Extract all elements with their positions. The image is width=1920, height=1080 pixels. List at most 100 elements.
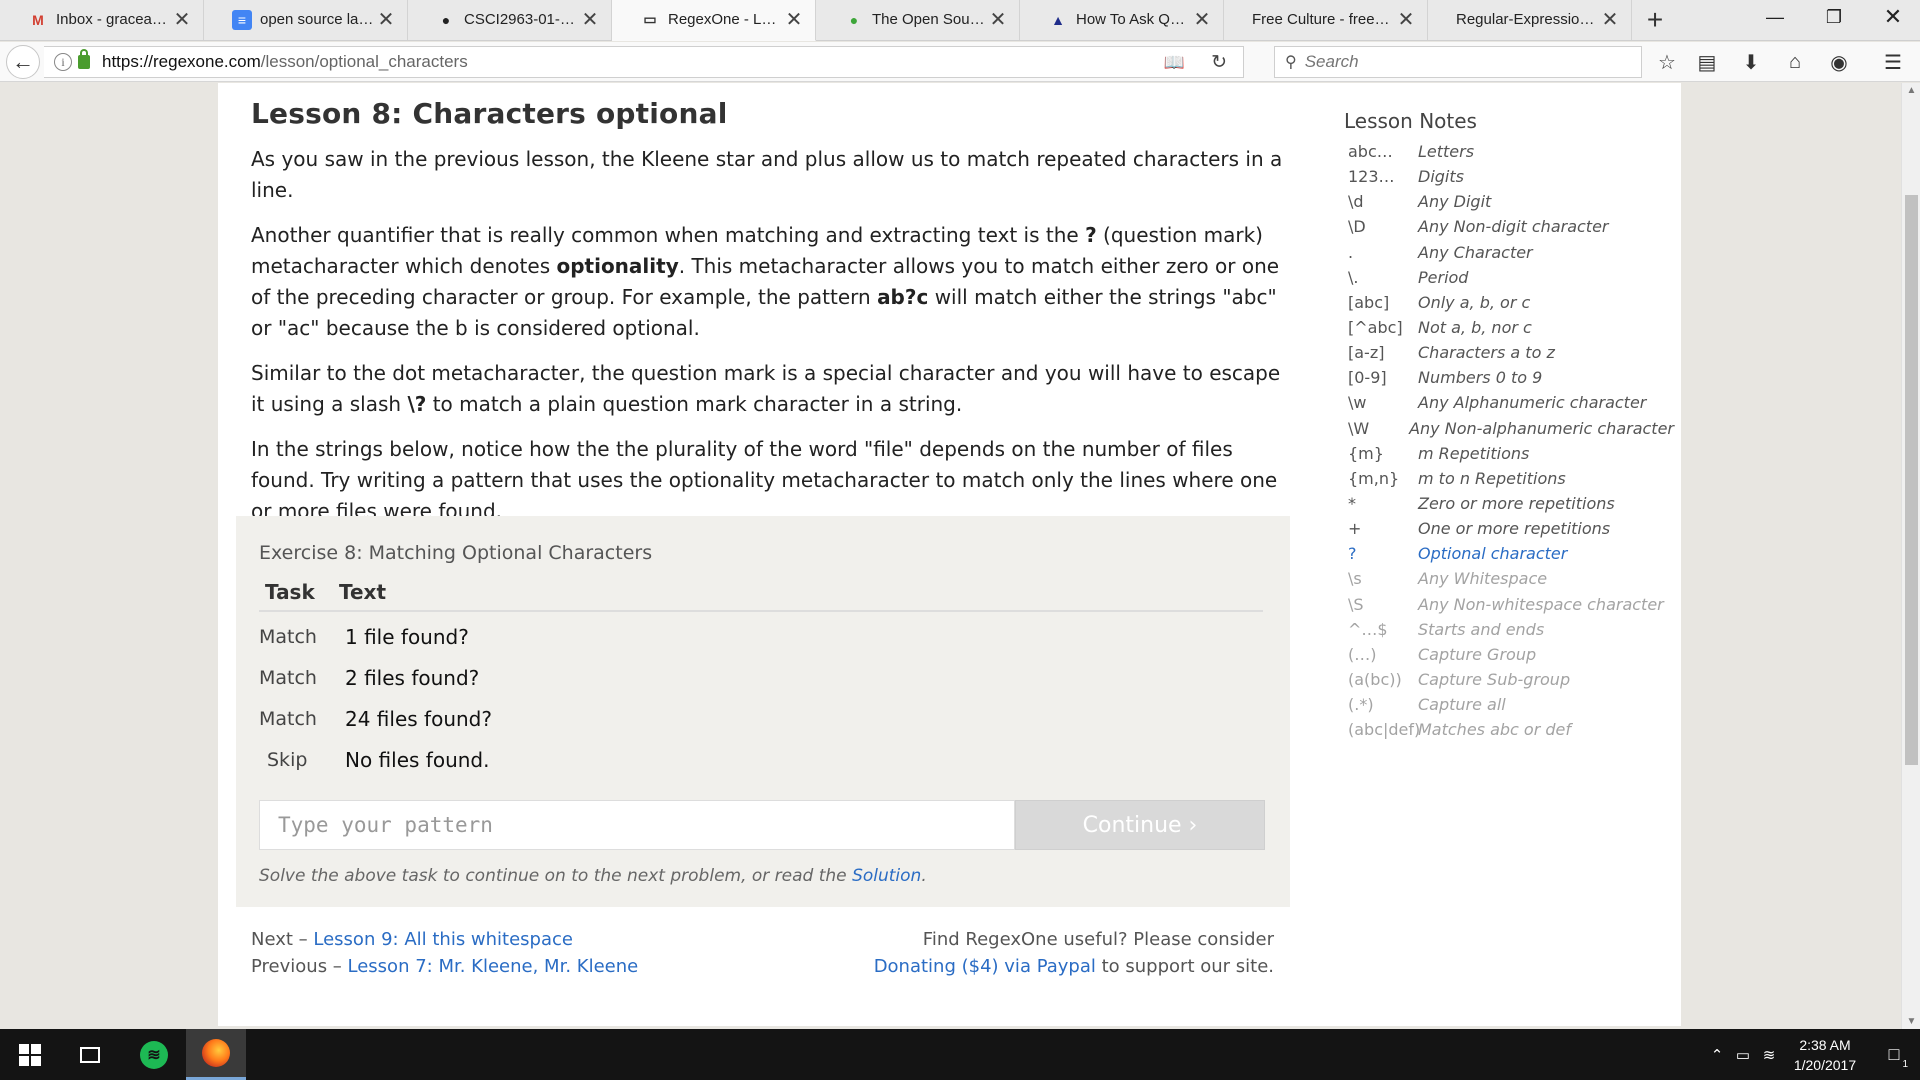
search-input[interactable]: [1304, 52, 1605, 72]
menu-icon[interactable]: ☰: [1876, 48, 1910, 76]
lesson-body: Lesson 8: Characters optional As you saw…: [251, 97, 1291, 527]
note-symbol: (.*): [1348, 695, 1374, 715]
list-item[interactable]: [^abc] Not a, b, nor c: [1344, 315, 1674, 340]
search-bar[interactable]: ⚲: [1274, 46, 1642, 78]
browser-tab[interactable]: ▭ RegexOne - Lear... ✕: [612, 0, 816, 41]
browser-tab[interactable]: ● CSCI2963-01-Spri...✕: [408, 0, 612, 40]
tab-title: Inbox - gracearol...: [56, 11, 171, 28]
browser-tab[interactable]: ● The Open Source...✕: [816, 0, 1020, 40]
show-hidden-icons-icon[interactable]: ⌃: [1704, 1046, 1730, 1064]
bookmark-star-icon[interactable]: ☆: [1650, 48, 1684, 76]
browser-tab[interactable]: ≡ open source lab ... ✕: [204, 0, 408, 40]
exercise-rows: Match 1 file found? Match 2 files found? Mat…: [259, 616, 1263, 780]
list-item[interactable]: + One or more repetitions: [1344, 516, 1674, 541]
tab-close-icon[interactable]: ✕: [783, 7, 805, 32]
address-bar[interactable]: i https://regexone.com/lesson/optional_c…: [44, 46, 1244, 78]
list-item[interactable]: [a-z] Characters a to z: [1344, 340, 1674, 365]
table-row: Skip No files found.: [259, 739, 1263, 780]
tab-title: The Open Source...: [872, 11, 987, 28]
tab-close-icon[interactable]: ✕: [1395, 7, 1417, 32]
browser-tab[interactable]: Free Culture - freecult... ✕: [1224, 0, 1428, 40]
list-item[interactable]: . Any Character: [1344, 240, 1674, 265]
new-tab-button[interactable]: +: [1632, 0, 1678, 40]
firefox-icon: [202, 1039, 230, 1067]
list-item[interactable]: 123… Digits: [1344, 164, 1674, 189]
navigation-toolbar: ← i https://regexone.com/lesson/optional…: [0, 42, 1920, 82]
tab-close-icon[interactable]: ✕: [987, 7, 1009, 32]
tab-title: RegexOne - Lear...: [668, 11, 783, 28]
exercise-panel: Exercise 8: Matching Optional Characters…: [236, 516, 1290, 907]
task-view-button[interactable]: [60, 1029, 120, 1080]
battery-icon[interactable]: ▭: [1730, 1046, 1756, 1064]
tab-title: CSCI2963-01-Spri...: [464, 11, 579, 28]
action-center-button[interactable]: □ 1: [1868, 1029, 1920, 1080]
tab-close-icon[interactable]: ✕: [579, 7, 601, 32]
url-text[interactable]: https://regexone.com/lesson/optional_cha…: [102, 52, 468, 72]
browser-tab[interactable]: ▲ How To Ask Ques...✕: [1020, 0, 1224, 40]
tab-close-icon[interactable]: ✕: [1191, 7, 1213, 32]
list-item[interactable]: [abc] Only a, b, or c: [1344, 290, 1674, 315]
spotify-taskbar-button[interactable]: ≋: [124, 1029, 184, 1080]
site-info-icon[interactable]: i: [54, 53, 72, 71]
browser-tab[interactable]: Regular-Expressions.i...✕: [1428, 0, 1632, 40]
start-button[interactable]: [0, 1029, 60, 1080]
downloads-icon[interactable]: ⬇: [1734, 48, 1768, 76]
list-item[interactable]: {m,n} m to n Repetitions: [1344, 466, 1674, 491]
list-item[interactable]: abc… Letters: [1344, 139, 1674, 164]
lesson-navigation: Next – Lesson 9: All this whitespace Pre…: [251, 926, 638, 980]
list-item[interactable]: [0-9] Numbers 0 to 9: [1344, 365, 1674, 390]
spotify-icon: ≋: [140, 1040, 168, 1069]
back-button[interactable]: ←: [6, 45, 40, 79]
scroll-thumb[interactable]: [1905, 195, 1918, 765]
list-item[interactable]: \D Any Non-digit character: [1344, 214, 1674, 239]
firefox-taskbar-button[interactable]: [186, 1029, 246, 1080]
column-header-task: Task: [265, 580, 315, 604]
note-symbol: \S: [1348, 594, 1364, 614]
page-scrollbar[interactable]: ▲ ▼: [1901, 83, 1920, 1029]
tab-close-icon[interactable]: ✕: [1599, 7, 1621, 32]
home-icon[interactable]: ⌂: [1778, 48, 1812, 76]
task-view-icon: [80, 1046, 100, 1063]
task-cell: Match: [259, 707, 317, 730]
tab-close-icon[interactable]: ✕: [375, 7, 397, 32]
text-cell: 24 files found?: [345, 706, 492, 731]
next-lesson-link[interactable]: Lesson 9: All this whitespace: [313, 929, 573, 950]
list-item[interactable]: \d Any Digit: [1344, 189, 1674, 214]
lesson-notes-panel: Lesson Notes abc… Letters 123… Digits \d Any …: [1344, 109, 1674, 742]
note-symbol: .: [1348, 242, 1354, 262]
pattern-input[interactable]: [259, 800, 1015, 850]
code-question-mark: ?: [1085, 223, 1097, 247]
note-symbol: \D: [1348, 217, 1366, 237]
reader-view-icon[interactable]: 📖: [1164, 53, 1185, 73]
close-window-button[interactable]: ✕: [1870, 0, 1916, 34]
continue-button[interactable]: Continue ›: [1015, 800, 1265, 850]
list-item[interactable]: ? Optional character: [1344, 541, 1674, 566]
code-pattern-example: ab?c: [877, 285, 929, 309]
previous-lesson-link[interactable]: Lesson 7: Mr. Kleene, Mr. Kleene: [348, 956, 639, 977]
reload-icon[interactable]: ↻: [1211, 51, 1227, 74]
list-item[interactable]: \W Any Non-alphanumeric character: [1344, 416, 1674, 441]
solution-link[interactable]: Solution: [852, 866, 921, 886]
list-item[interactable]: * Zero or more repetitions: [1344, 491, 1674, 516]
browser-tab[interactable]: M Inbox - gracearol... ✕: [0, 0, 204, 40]
bookmarks-library-icon[interactable]: ▤: [1690, 48, 1724, 76]
scroll-up-arrow-icon[interactable]: ▲: [1902, 85, 1920, 96]
clock[interactable]: 2:38 AM 1/20/2017: [1782, 1035, 1868, 1075]
wifi-icon[interactable]: ≋: [1756, 1046, 1782, 1064]
list-item[interactable]: {m} m Repetitions: [1344, 441, 1674, 466]
task-cell: Match: [259, 625, 317, 648]
donate-text: Find RegexOne useful? Please consider: [922, 929, 1274, 950]
list-item[interactable]: \w Any Alphanumeric character: [1344, 390, 1674, 415]
note-description: Any Whitespace: [1418, 569, 1548, 589]
note-symbol: [^abc]: [1348, 318, 1403, 338]
donate-link[interactable]: Donating ($4) via Paypal: [874, 956, 1096, 977]
list-item[interactable]: \. Period: [1344, 265, 1674, 290]
note-description: Only a, b, or c: [1418, 292, 1531, 312]
restore-button[interactable]: ❐: [1811, 0, 1857, 34]
tab-close-icon[interactable]: ✕: [171, 7, 193, 32]
note-symbol: \w: [1348, 393, 1367, 413]
minimize-button[interactable]: —: [1752, 0, 1798, 34]
list-item: ^…$ Starts and ends: [1344, 617, 1674, 642]
scroll-down-arrow-icon[interactable]: ▼: [1902, 1016, 1920, 1027]
pocket-icon[interactable]: ◉: [1822, 48, 1856, 76]
